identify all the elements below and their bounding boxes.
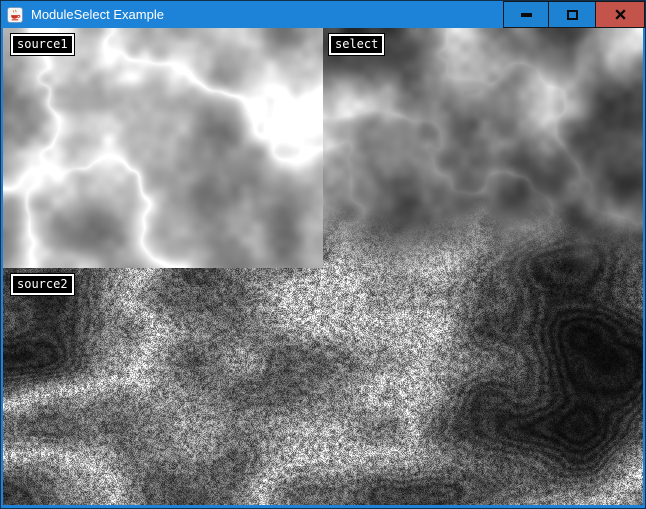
label-source2: source2 bbox=[11, 274, 74, 295]
render-area: source1 select source2 bbox=[3, 28, 643, 505]
titlebar[interactable]: ModuleSelect Example bbox=[1, 1, 645, 28]
maximize-icon bbox=[567, 10, 578, 20]
close-button[interactable] bbox=[596, 1, 645, 28]
source1-image bbox=[3, 28, 323, 268]
window-title: ModuleSelect Example bbox=[31, 1, 164, 28]
app-window: ModuleSelect Example source1 select sour… bbox=[0, 0, 646, 509]
maximize-button[interactable] bbox=[549, 1, 596, 28]
minimize-icon bbox=[521, 13, 532, 17]
window-controls bbox=[503, 1, 645, 28]
label-source1: source1 bbox=[11, 34, 74, 55]
minimize-button[interactable] bbox=[503, 1, 549, 28]
close-icon bbox=[614, 8, 627, 21]
label-select: select bbox=[329, 34, 384, 55]
java-coffee-cup-icon[interactable] bbox=[7, 7, 23, 23]
